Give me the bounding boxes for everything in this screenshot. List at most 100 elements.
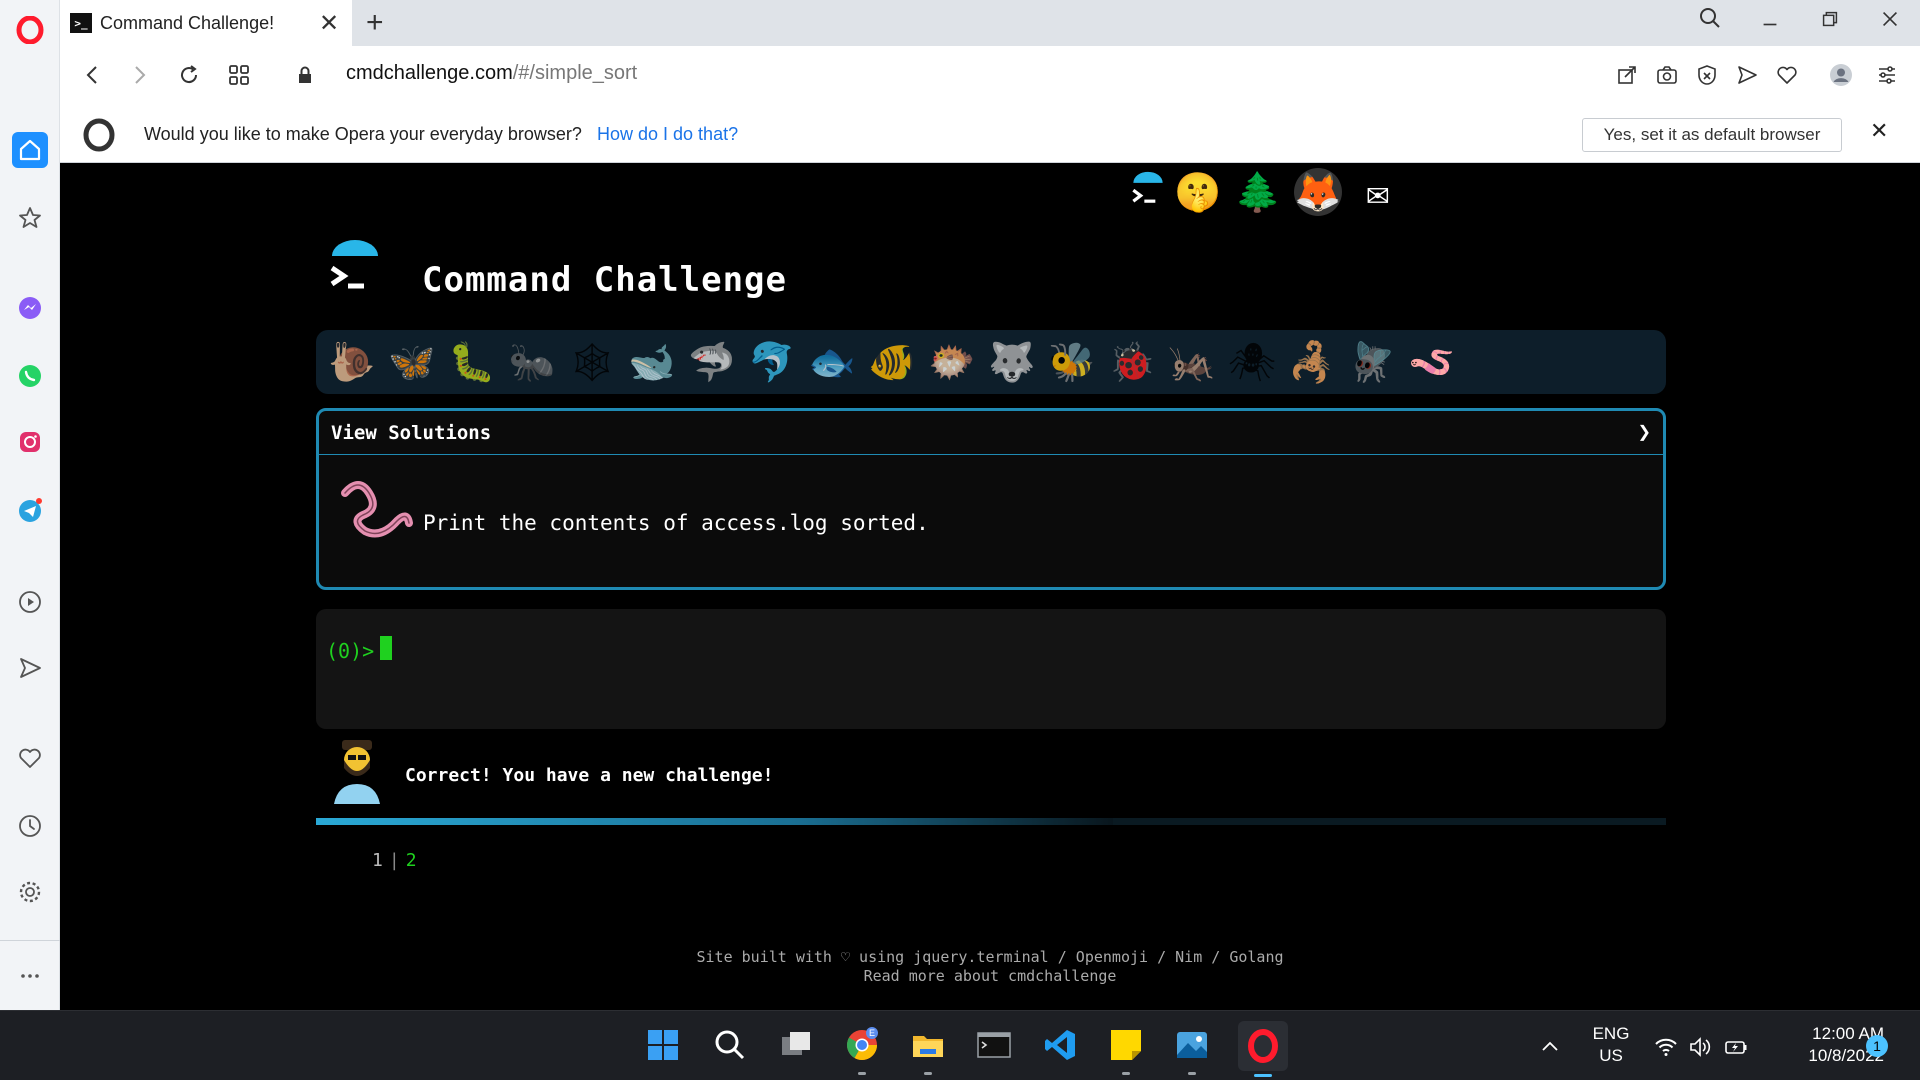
minimize-button[interactable] (1750, 8, 1790, 36)
footer-read-more[interactable]: Read more about cmdchallenge (60, 967, 1920, 986)
taskbar-search-icon[interactable] (710, 1025, 750, 1065)
feedback-message: Correct! You have a new challenge! (405, 765, 774, 786)
tab-active[interactable]: >_ Command Challenge! ✕ (60, 0, 352, 46)
address-bar: cmdchallenge.com/#/simple_sort (60, 46, 1920, 104)
windows-taskbar: E ENG US 12:00 AM 10/8/2022 1 (0, 1010, 1920, 1080)
challenge-panel: View Solutions ❯ Print the contents of a… (316, 408, 1666, 590)
profile-avatar-icon[interactable] (1826, 60, 1856, 90)
restore-button[interactable] (1810, 8, 1850, 36)
terminal-cursor (380, 636, 392, 660)
challenge-ladder: 🐌 🦋 🐛 🐜 🕸 🐋 🦈 🐬 🐟 🐠 🐡 🐺 🐝 🐞 🦗 🕷 🦂 🪰 🪱 (316, 330, 1666, 394)
lady-beetle-icon[interactable]: 🐞 (1102, 332, 1162, 392)
messenger-icon[interactable] (12, 290, 48, 326)
tabs-overview-icon[interactable] (222, 58, 256, 92)
more-dots-icon[interactable] (12, 958, 48, 994)
blowfish-icon[interactable]: 🐡 (922, 332, 982, 392)
butterfly-icon[interactable]: 🦋 (382, 332, 442, 392)
terminal-input-area[interactable]: (0)> (316, 609, 1666, 729)
running-indicator (858, 1072, 866, 1075)
set-default-browser-button[interactable]: Yes, set it as default browser (1582, 118, 1842, 152)
spider-icon[interactable]: 🕷 (1222, 332, 1282, 392)
history-clock-icon[interactable] (12, 808, 48, 844)
how-do-i-link[interactable]: How do I do that? (597, 124, 738, 145)
vscode-icon[interactable] (1040, 1025, 1080, 1065)
wifi-icon[interactable] (1652, 1033, 1680, 1061)
whale-icon[interactable]: 🐋 (622, 332, 682, 392)
shark-icon[interactable]: 🦈 (682, 332, 742, 392)
close-window-button[interactable] (1870, 8, 1910, 36)
language-indicator[interactable]: ENG US (1588, 1023, 1634, 1067)
opera-taskbar-icon[interactable] (1238, 1021, 1288, 1077)
lock-icon[interactable] (288, 58, 322, 92)
tray-chevron-up-icon[interactable] (1536, 1033, 1564, 1061)
cricket-icon[interactable]: 🦗 (1162, 332, 1222, 392)
battery-charging-icon[interactable] (1722, 1033, 1750, 1061)
site-footer: Site built with ♡ using jquery.terminal … (60, 948, 1920, 986)
caterpillar-icon[interactable]: 🐛 (442, 332, 502, 392)
bee-icon[interactable]: 🐝 (1042, 332, 1102, 392)
opera-logo-icon[interactable] (12, 12, 48, 48)
language-code: ENG (1592, 1024, 1630, 1043)
chevron-right-icon[interactable]: ❯ (1638, 420, 1651, 445)
chrome-icon[interactable]: E (842, 1025, 882, 1075)
settings-gear-icon[interactable] (12, 874, 48, 910)
whatsapp-icon[interactable] (12, 358, 48, 394)
tab-close-icon[interactable]: ✕ (314, 9, 344, 38)
bookmarks-star-icon[interactable] (12, 200, 48, 236)
easy-setup-icon[interactable] (1872, 60, 1902, 90)
snail-icon[interactable]: 🐌 (322, 332, 382, 392)
url-path: /#/simple_sort (512, 62, 638, 84)
infobar-close-icon[interactable]: ✕ (1870, 118, 1888, 144)
send-flow-icon[interactable] (12, 650, 48, 686)
reload-button[interactable] (172, 58, 206, 92)
view-solutions-header[interactable]: View Solutions ❯ (319, 411, 1663, 455)
volume-icon[interactable] (1686, 1033, 1714, 1061)
scorpion-icon[interactable]: 🦂 (1282, 332, 1342, 392)
telegram-icon[interactable] (12, 492, 48, 528)
command-prompt-icon[interactable] (974, 1025, 1014, 1065)
player-icon[interactable] (12, 584, 48, 620)
shushing-face-icon[interactable]: 🤫 (1174, 168, 1222, 216)
running-indicator (924, 1072, 932, 1075)
opera-sidebar (0, 0, 60, 1010)
envelope-icon[interactable]: ✉ (1354, 168, 1402, 216)
task-view-icon[interactable] (776, 1025, 816, 1065)
search-tabs-icon[interactable] (1690, 6, 1730, 36)
notification-badge[interactable]: 1 (1866, 1035, 1888, 1057)
forward-button[interactable] (122, 58, 156, 92)
gitlab-fox-icon[interactable]: 🦊 (1294, 168, 1342, 216)
home-icon[interactable] (12, 132, 48, 168)
heart-icon[interactable] (12, 740, 48, 776)
bearded-person-avatar-icon (330, 738, 384, 804)
footer-credits[interactable]: Site built with ♡ using jquery.terminal … (60, 948, 1920, 967)
file-explorer-icon[interactable] (908, 1025, 948, 1075)
tropical-fish-icon[interactable]: 🐠 (862, 332, 922, 392)
instagram-icon[interactable] (12, 424, 48, 460)
ant-icon[interactable]: 🐜 (502, 332, 562, 392)
page-2[interactable]: 2 (406, 850, 417, 871)
infobar-message: Would you like to make Opera your everyd… (144, 124, 582, 144)
fly-icon[interactable]: 🪰 (1342, 332, 1402, 392)
terminal-logo-icon[interactable] (1124, 168, 1172, 216)
page-1[interactable]: 1 (372, 850, 383, 871)
snapshot-camera-icon[interactable] (1652, 60, 1682, 90)
start-windows-icon[interactable] (643, 1025, 683, 1065)
adblock-shield-icon[interactable] (1692, 60, 1722, 90)
view-solutions-label: View Solutions (331, 421, 492, 444)
sticky-notes-icon[interactable] (1106, 1025, 1146, 1075)
share-icon[interactable] (1612, 60, 1642, 90)
back-button[interactable] (76, 58, 110, 92)
challenge-description: Print the contents of access.log sorted. (423, 511, 929, 535)
photos-icon[interactable] (1172, 1025, 1212, 1075)
new-tab-button[interactable]: + (366, 6, 384, 40)
url-host: cmdchallenge.com (346, 62, 513, 84)
evergreen-tree-icon[interactable]: 🌲 (1234, 168, 1282, 216)
dolphin-icon[interactable]: 🐬 (742, 332, 802, 392)
wolf-icon[interactable]: 🐺 (982, 332, 1042, 392)
spider-web-icon[interactable]: 🕸 (562, 332, 622, 392)
send-icon[interactable] (1732, 60, 1762, 90)
worm-icon[interactable]: 🪱 (1402, 332, 1462, 392)
bookmark-heart-icon[interactable] (1772, 60, 1802, 90)
fish-icon[interactable]: 🐟 (802, 332, 862, 392)
url-field[interactable]: cmdchallenge.com/#/simple_sort (346, 62, 637, 85)
